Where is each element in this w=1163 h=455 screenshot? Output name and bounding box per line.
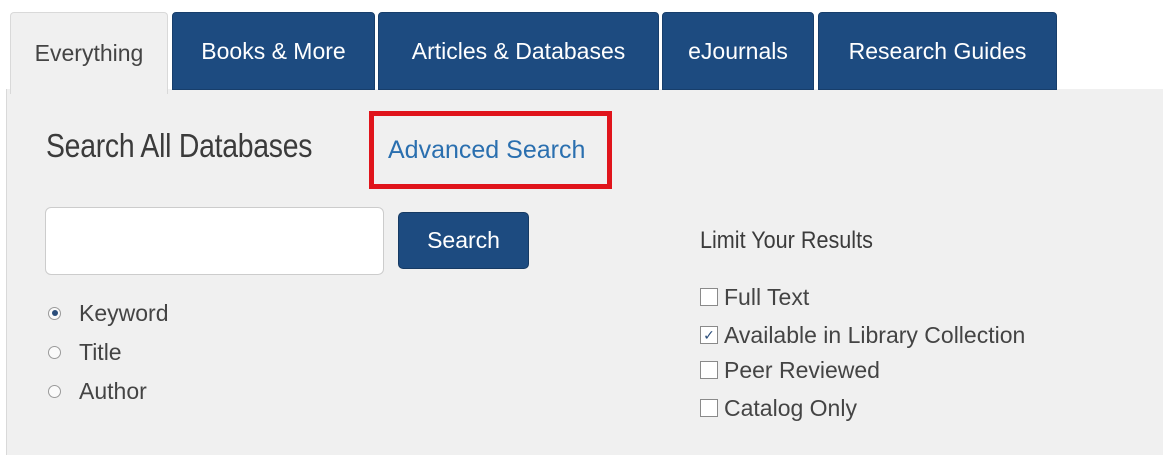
checkbox-available-in-library[interactable]: ✓ Available in Library Collection [700, 320, 1025, 350]
search-input[interactable] [45, 207, 384, 275]
library-search-widget: Everything Books & More Articles & Datab… [0, 0, 1163, 455]
radio-label: Title [79, 338, 122, 365]
tab-everything[interactable]: Everything [10, 12, 168, 94]
radio-keyword[interactable]: Keyword [48, 298, 168, 328]
tab-books-and-more[interactable]: Books & More [172, 12, 375, 90]
tab-ejournals[interactable]: eJournals [662, 12, 814, 90]
checkbox-unchecked-icon[interactable] [700, 399, 718, 417]
checkbox-unchecked-icon[interactable] [700, 288, 718, 306]
tab-articles-and-databases[interactable]: Articles & Databases [378, 12, 659, 90]
checkbox-catalog-only[interactable]: Catalog Only [700, 393, 857, 423]
radio-selected-icon[interactable] [48, 306, 61, 320]
radio-unselected-icon[interactable] [48, 345, 61, 359]
limit-results-heading: Limit Your Results [700, 227, 873, 254]
checkbox-label: Full Text [724, 283, 810, 310]
radio-unselected-icon[interactable] [48, 384, 61, 398]
radio-label: Keyword [79, 299, 169, 326]
checkbox-label: Catalog Only [724, 394, 857, 421]
advanced-search-link[interactable]: Advanced Search [388, 136, 585, 165]
checkbox-label: Available in Library Collection [724, 321, 1026, 348]
radio-label: Author [79, 377, 147, 404]
check-icon[interactable]: ✓ [700, 326, 718, 344]
tab-research-guides[interactable]: Research Guides [818, 12, 1057, 90]
radio-title[interactable]: Title [48, 337, 122, 367]
checkbox-full-text[interactable]: Full Text [700, 282, 809, 312]
checkbox-unchecked-icon[interactable] [700, 361, 718, 379]
search-button[interactable]: Search [398, 212, 529, 269]
radio-dot [51, 310, 58, 316]
radio-author[interactable]: Author [48, 376, 147, 406]
page-title: Search All Databases [46, 127, 313, 164]
checkbox-label: Peer Reviewed [724, 356, 880, 383]
checkbox-peer-reviewed[interactable]: Peer Reviewed [700, 355, 880, 385]
